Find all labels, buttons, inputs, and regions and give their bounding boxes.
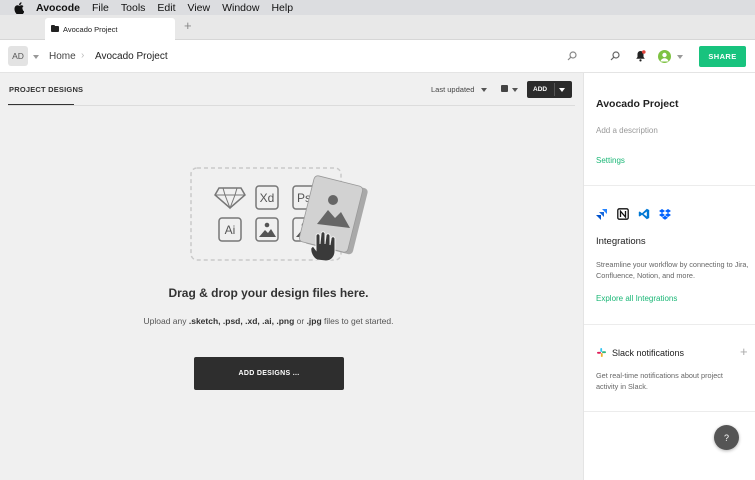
drop-subtitle: Upload any .sketch, .psd, .xd, .ai, .png… [0,316,537,326]
divider [584,411,755,412]
add-designs-button[interactable]: ADD DESIGNS ... [194,357,344,390]
divider [584,185,755,186]
add-chevron-icon[interactable] [559,88,565,92]
drop-illustration: Xd Ps Ai [190,167,368,262]
global-search-icon[interactable] [610,51,620,61]
menu-help[interactable]: Help [271,2,293,14]
drop-sub-or: or [294,316,307,326]
help-button[interactable]: ? [714,425,739,450]
settings-link[interactable]: Settings [596,156,625,165]
user-avatar[interactable] [658,50,671,63]
user-avatar-icon [660,52,669,62]
bell-icon[interactable] [635,50,646,62]
explore-integrations-link[interactable]: Explore all Integrations [596,294,677,303]
tab-label: Avocado Project [63,24,118,34]
slack-description: Get real-time notifications about projec… [596,371,723,391]
sketch-icon [214,187,246,210]
menu-file[interactable]: File [92,2,109,14]
ext-sketch: .sketch, [188,316,221,326]
team-avatar[interactable]: AD [8,46,28,66]
slack-icon [597,348,606,357]
divider [584,324,755,325]
drop-title: Drag & drop your design files here. [168,286,369,300]
tab-bar: Avocado Project + [0,15,755,40]
add-button-label: ADD [533,86,548,93]
chevron-down-icon[interactable] [33,55,39,59]
sidebar-project-title: Avocado Project [596,98,679,110]
grid-view-icon[interactable] [501,85,508,92]
ai-file-icon: Ai [218,217,242,242]
user-menu-chevron-icon[interactable] [677,55,683,59]
integrations-title: Integrations [596,236,646,247]
project-designs-panel: PROJECT DESIGNS Last updated ADD Xd Ps A… [0,73,583,480]
divider [8,105,575,106]
ext-jpg: .jpg [306,316,322,326]
share-button[interactable]: SHARE [699,46,746,67]
ext-xd: .xd, [245,316,260,326]
view-chevron-icon[interactable] [512,88,518,92]
app-header: AD Home › Avocado Project SHARE [0,40,755,73]
ext-psd: .psd, [222,316,243,326]
drop-sub-suffix: files to get started. [321,316,394,326]
jira-icon[interactable] [596,208,608,220]
menu-edit[interactable]: Edit [157,2,175,14]
integrations-description: Streamline your workflow by connecting t… [596,260,749,280]
add-button-divider [554,83,555,96]
slack-notifications-title: Slack notifications [612,348,685,358]
ext-png: .png [276,316,295,326]
xd-file-icon-label: Xd [260,191,275,205]
menu-view[interactable]: View [188,2,211,14]
menu-app-name[interactable]: Avocode [36,2,80,14]
apple-icon[interactable] [14,1,24,14]
description-field[interactable]: Add a description [596,126,658,135]
notion-icon[interactable] [617,208,629,220]
breadcrumb-home[interactable]: Home [49,51,76,62]
folder-icon [51,24,59,32]
menu-bar: Avocode File Tools Edit View Window Help [0,0,755,15]
drop-sub-prefix: Upload any [143,316,189,326]
vscode-icon[interactable] [638,208,650,220]
dropbox-icon[interactable] [659,208,671,220]
sort-chevron-icon[interactable] [481,88,487,92]
sort-dropdown[interactable]: Last updated [431,85,474,94]
search-icon[interactable] [567,51,577,61]
add-button[interactable]: ADD [527,81,572,98]
new-tab-button[interactable]: + [184,18,192,33]
ext-ai: .ai, [262,316,274,326]
breadcrumb-separator: › [81,50,85,61]
png-image-icon [255,217,279,242]
project-sidebar: Avocado Project Add a description Settin… [583,73,755,480]
integrations-icons [596,208,680,220]
xd-file-icon: Xd [255,185,279,210]
tab-project-designs[interactable]: PROJECT DESIGNS [9,85,83,94]
tab-avocado-project[interactable]: Avocado Project [45,18,175,40]
ai-file-icon-label: Ai [225,223,236,237]
menu-window[interactable]: Window [222,2,259,14]
breadcrumb-project: Avocado Project [95,51,168,62]
add-slack-button[interactable]: + [740,344,748,359]
menu-tools[interactable]: Tools [121,2,146,14]
